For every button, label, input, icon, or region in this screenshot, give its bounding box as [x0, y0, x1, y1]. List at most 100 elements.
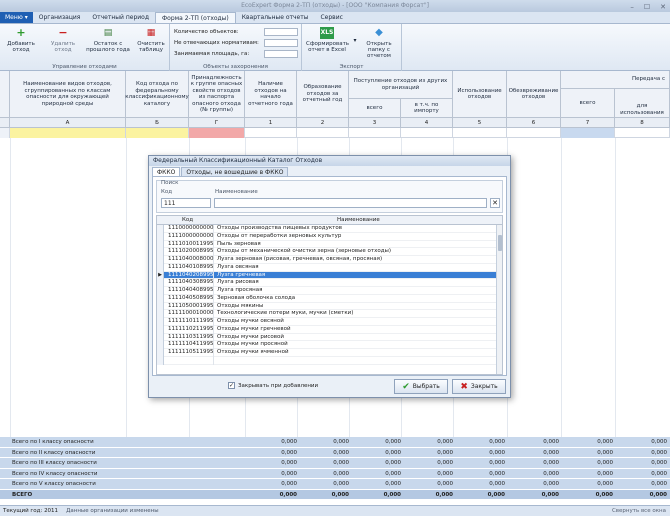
totals-row: Всего по I классу опасности 0,000 0,000 0,0…: [0, 437, 670, 448]
row-indicator: [157, 279, 164, 287]
status-message: Данные организации изменены: [66, 508, 159, 514]
list-item-name: Отходы мучки ячменной: [217, 349, 289, 355]
list-item-name: Зерновая оболочка солода: [217, 294, 296, 301]
list-item-code: 1111040108995: [168, 263, 214, 272]
totals-value: 0,000: [489, 470, 505, 477]
cell-usage[interactable]: [453, 128, 507, 138]
totals-value: 0,000: [437, 460, 453, 466]
cell-income-total[interactable]: [349, 128, 401, 138]
row-indicator: [157, 263, 164, 272]
list-item[interactable]: 1111110411995 Отходы мучки просяной: [157, 341, 498, 349]
col-num-5: 5: [453, 118, 507, 128]
cell-income-import[interactable]: [401, 128, 453, 138]
cell-hazard-group[interactable]: [189, 128, 245, 138]
check-icon: ✔: [402, 381, 410, 392]
list-item[interactable]: 1111040408995 Лузга просяная: [157, 287, 498, 295]
list-item[interactable]: 1111040508995 Зерновая оболочка солода: [157, 294, 498, 303]
objects-group-label: Объекты захоронения: [203, 64, 268, 70]
list-item-name: Лузга рисовая: [217, 279, 259, 286]
totals-label: Всего по III классу опасности: [12, 460, 97, 466]
col-num-4: 4: [401, 118, 453, 128]
open-report-folder-button[interactable]: ◆ Открыть папку с отчетом: [358, 27, 400, 59]
list-item[interactable]: 1110000000000 Отходы производства пищевых…: [157, 225, 498, 233]
code-search-input[interactable]: 111: [161, 198, 211, 208]
list-item[interactable]: 1111110111995 Отходы мучки овсяной: [157, 318, 498, 326]
main-menu-button[interactable]: Меню ▾: [0, 12, 33, 23]
excel-report-button[interactable]: XLS Сформировать отчет в Excel: [306, 27, 349, 53]
list-item[interactable]: 1111110311995 Отходы мучки рисовой: [157, 333, 498, 342]
clear-search-icon[interactable]: ✕: [490, 198, 500, 208]
name-search-input[interactable]: [214, 198, 487, 208]
list-item[interactable]: 1111110511995 Отходы мучки ячменной: [157, 349, 498, 357]
carryover-icon: ▤: [103, 28, 113, 38]
tab-organization[interactable]: Организация: [33, 12, 87, 23]
totals-value: 0,000: [385, 460, 401, 466]
current-year-label: Текущий год:: [3, 508, 43, 514]
fkko-dialog: Федеральный Классификационный Каталог От…: [148, 155, 511, 398]
table-row[interactable]: [0, 128, 670, 138]
header-fkko-code: Код отхода по федеральному классификацио…: [125, 71, 189, 118]
list-item-code: 1111110311995: [168, 333, 214, 342]
objects-count-input[interactable]: [264, 27, 298, 36]
tab-service[interactable]: Сервис: [314, 12, 348, 23]
list-item[interactable]: 1111040108995 Лузга овсяная: [157, 263, 498, 272]
close-button[interactable]: ✖ Закрыть: [452, 379, 506, 394]
list-item[interactable]: 1111040008000 Лузга зерновая (рисовая, гр…: [157, 256, 498, 264]
row-indicator: [157, 318, 164, 326]
cell-start-balance[interactable]: [245, 128, 297, 138]
list-scrollbar[interactable]: [496, 225, 502, 374]
list-item[interactable]: 1111100010000 Технологические потери муки…: [157, 310, 498, 318]
column-number-row: А Б Г 1 2 3 4 5 6 7 8: [0, 118, 670, 128]
row-indicator: [157, 287, 164, 295]
non-compliant-input[interactable]: [264, 38, 298, 47]
totals-label: ВСЕГО: [12, 491, 33, 498]
cell-transfer-total[interactable]: [561, 128, 615, 138]
remove-waste-button[interactable]: − Удалить отход: [44, 27, 82, 54]
totals-block: Всего по I классу опасности 0,000 0,000 0,0…: [0, 437, 670, 500]
add-waste-button[interactable]: + Добавить отход: [2, 27, 40, 54]
cell-neutralization[interactable]: [507, 128, 561, 138]
totals-value: 0,000: [281, 439, 297, 445]
select-button[interactable]: ✔ Выбрать: [394, 379, 448, 394]
status-bar: Текущий год: 2011 Данные организации изм…: [0, 505, 670, 516]
list-item[interactable]: 1111040308995 Лузга рисовая: [157, 279, 498, 287]
scrollbar-thumb[interactable]: [498, 235, 502, 251]
search-group-label: Поиск: [161, 180, 179, 186]
area-input[interactable]: [264, 49, 298, 58]
close-on-add-checkbox[interactable]: ✓ Закрывать при добавлении: [228, 382, 318, 389]
cell-fkko-code[interactable]: [126, 128, 189, 138]
carryover-button[interactable]: ▤ Остаток с прошлого года: [86, 27, 130, 53]
dialog-footer: ✓ Закрывать при добавлении ✔ Выбрать ✖ З…: [152, 378, 507, 396]
list-item[interactable]: 1111110211995 Отходы мучки гречневой: [157, 325, 498, 334]
col-num-a: А: [10, 118, 126, 128]
list-item-name: Лузга овсяная: [217, 263, 259, 270]
totals-value: 0,000: [385, 481, 401, 487]
col-num-6: 6: [507, 118, 561, 128]
list-item-code: 1111010011995: [168, 240, 214, 249]
tab-quarterly-reports[interactable]: Квартальные отчеты: [236, 12, 315, 23]
totals-value: 0,000: [489, 460, 505, 466]
clear-table-button[interactable]: ▦ Очистить таблицу: [132, 27, 170, 53]
list-item[interactable]: 1111020008995 Отходы от механической очис…: [157, 248, 498, 256]
col-num-b: Б: [126, 118, 189, 128]
list-header-name: Наименование: [337, 217, 380, 223]
cell-waste-name[interactable]: [10, 128, 126, 138]
totals-row: Всего по II классу опасности 0,000 0,000 0,…: [0, 447, 670, 458]
list-item[interactable]: 1111000000000 Отходы от переработки зерно…: [157, 232, 498, 241]
cell-generated[interactable]: [297, 128, 349, 138]
list-item-name: Отходы производства пищевых продуктов: [217, 225, 342, 231]
totals-value: 0,000: [331, 491, 349, 498]
dialog-body: Поиск Код Наименование 111 ✕ Код Наимено…: [152, 176, 507, 376]
minimize-all-button[interactable]: Свернуть все окна: [612, 506, 666, 516]
checkbox-check-icon[interactable]: ✓: [228, 382, 235, 389]
cell-transfer-use[interactable]: [615, 128, 670, 138]
folder-icon: ◆: [375, 27, 383, 38]
totals-value: 0,000: [651, 470, 667, 477]
tab-form-2tp[interactable]: Форма 2-ТП (отходы): [154, 12, 236, 23]
burial-objects-group: Количество объектов: Не отвечающих норма…: [170, 24, 302, 71]
list-item[interactable]: [157, 356, 498, 365]
tab-report-period[interactable]: Отчетный период: [86, 12, 155, 23]
list-item[interactable]: ▶ 1111040208995 Лузга гречневая: [157, 271, 498, 280]
list-item[interactable]: 1111050001995 Отходы мякины: [157, 302, 498, 311]
list-item-name: Отходы мучки овсяной: [217, 318, 284, 324]
